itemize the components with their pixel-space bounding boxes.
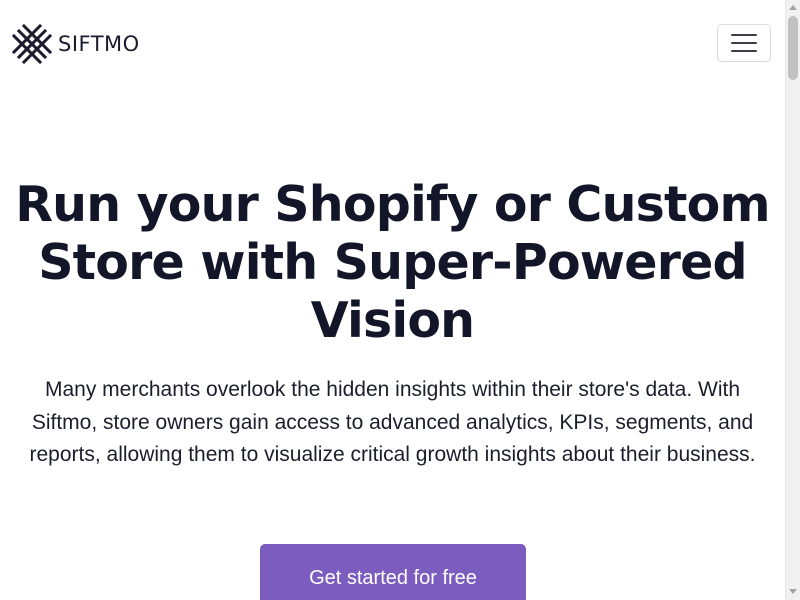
navbar: SIFTMO bbox=[0, 0, 785, 88]
hero-title-line: Store with Super-Powered bbox=[38, 234, 747, 291]
scroll-down-arrow-icon[interactable] bbox=[789, 589, 797, 594]
scroll-up-arrow-icon[interactable] bbox=[789, 5, 797, 10]
grid-mesh-logo-icon bbox=[12, 24, 52, 64]
page-viewport: SIFTMO Run your Shopify or Custom Store … bbox=[0, 0, 785, 600]
hero-title-line: Vision bbox=[310, 292, 475, 349]
get-started-button[interactable]: Get started for free bbox=[260, 544, 526, 600]
hero-title: Run your Shopify or Custom Store with Su… bbox=[0, 176, 785, 350]
hero-title-line: Run your Shopify or Custom bbox=[15, 176, 770, 233]
menu-toggle-button[interactable] bbox=[717, 24, 771, 62]
page-scrollbar[interactable] bbox=[785, 0, 800, 600]
brand-name: SIFTMO bbox=[58, 32, 140, 56]
hero-description: Many merchants overlook the hidden insig… bbox=[29, 378, 756, 466]
brand-link[interactable]: SIFTMO bbox=[12, 24, 140, 64]
scrollbar-thumb[interactable] bbox=[788, 16, 798, 80]
hamburger-menu-icon bbox=[731, 34, 757, 52]
